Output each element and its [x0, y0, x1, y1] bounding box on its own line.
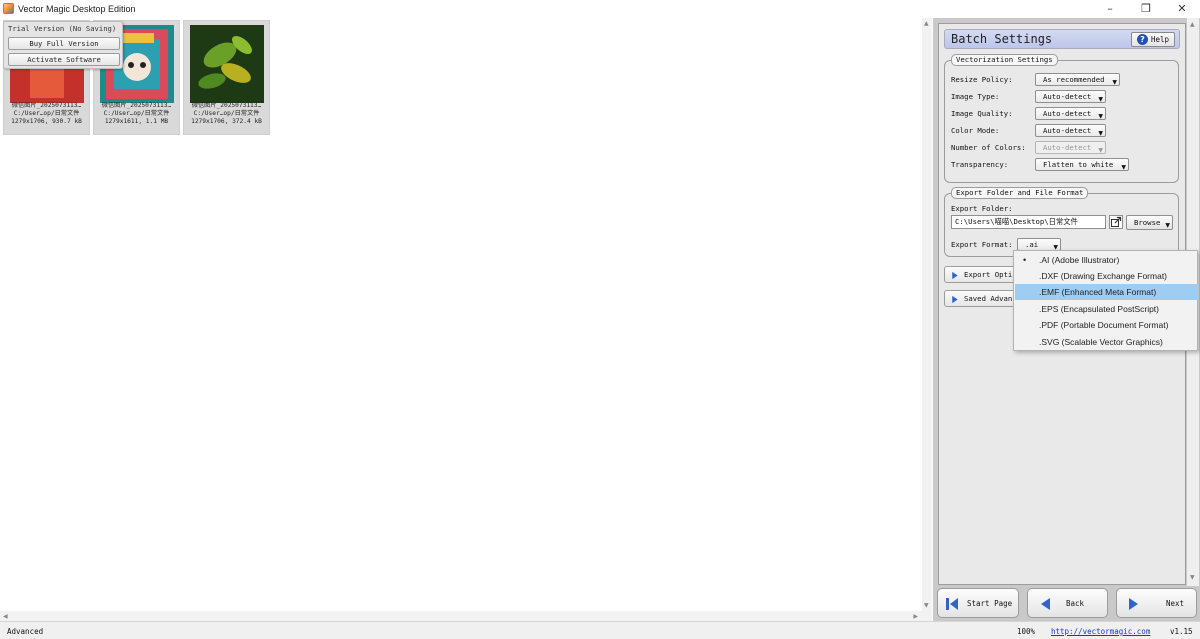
thumbnail-caption: 微信图片_2025073113… C:/User…op/日常文件 1279x17…	[191, 102, 262, 125]
export-folder-group: Export Folder and File Format Export Fol…	[944, 187, 1179, 257]
maximize-button[interactable]: ❐	[1128, 0, 1164, 17]
export-options-label: Export Opti	[964, 270, 1013, 279]
next-button[interactable]: Next	[1116, 588, 1197, 618]
window-controls: – ❐ ✕	[1092, 0, 1200, 17]
menu-item-eps[interactable]: .EPS (Encapsulated PostScript)	[1015, 301, 1198, 317]
app-logo-icon	[3, 3, 14, 14]
scroll-right-icon[interactable]: ▶	[913, 613, 918, 620]
website-link[interactable]: http://vectormagic.com	[1051, 627, 1150, 636]
arrow-right-icon	[1129, 598, 1138, 610]
number-of-colors-label: Number of Colors:	[951, 143, 1026, 152]
export-format-menu: • .AI (Adobe Illustrator) .DXF (Drawing …	[1013, 250, 1198, 351]
color-mode-label: Color Mode:	[951, 126, 1000, 135]
browse-button[interactable]: Browse ▼	[1126, 215, 1173, 230]
chevron-down-icon: ▼	[1098, 113, 1103, 120]
help-icon: ?	[1136, 34, 1148, 45]
image-quality-label: Image Quality:	[951, 109, 1013, 118]
vectorization-settings-group: Vectorization Settings Resize Policy: As…	[944, 54, 1179, 183]
title-bar: Vector Magic Desktop Edition – ❐ ✕	[0, 0, 1200, 17]
start-page-label: Start Page	[967, 599, 1013, 608]
scroll-up-icon[interactable]: ▲	[1190, 21, 1195, 28]
color-mode-select[interactable]: Auto-detect ▼	[1035, 124, 1106, 137]
help-label: Help	[1150, 35, 1170, 44]
selected-dot-icon: •	[1023, 255, 1027, 265]
close-button[interactable]: ✕	[1164, 0, 1200, 17]
chevron-down-icon: ▼	[1121, 164, 1126, 171]
trial-notice: Trial Version (No Saving)	[8, 24, 117, 33]
next-label: Next	[1166, 599, 1185, 608]
thumbnail-3[interactable]: 微信图片_2025073113… C:/User…op/日常文件 1279x17…	[183, 20, 270, 135]
resize-policy-label: Resize Policy:	[951, 75, 1013, 84]
scroll-up-icon[interactable]: ▲	[924, 20, 929, 27]
menu-item-pdf[interactable]: .PDF (Portable Document Format)	[1015, 317, 1198, 333]
help-button[interactable]: ? Help	[1131, 32, 1175, 47]
external-link-icon	[1111, 216, 1122, 227]
status-bar: Advanced 100% http://vectormagic.com v1.…	[0, 621, 1200, 639]
image-canvas: Trial Version (No Saving) Buy Full Versi…	[0, 18, 922, 611]
window-title: Vector Magic Desktop Edition	[18, 3, 136, 14]
menu-item-emf[interactable]: .EMF (Enhanced Meta Format)	[1015, 284, 1198, 300]
start-page-button[interactable]: Start Page	[937, 588, 1019, 618]
skip-back-icon	[946, 598, 958, 610]
export-folder-field[interactable]: C:\Users\喵喵\Desktop\日常文件	[951, 215, 1106, 229]
canvas-horizontal-scrollbar[interactable]: ◀ ▶	[0, 611, 932, 621]
scroll-left-icon[interactable]: ◀	[3, 613, 8, 620]
minimize-button[interactable]: –	[1092, 0, 1128, 17]
resize-policy-select[interactable]: As recommended ▼	[1035, 73, 1120, 86]
canvas-vertical-scrollbar[interactable]: ▲ ▼	[922, 18, 932, 611]
zoom-level: 100%	[1017, 627, 1036, 636]
export-folder-label: Export Folder:	[951, 204, 1013, 213]
chevron-down-icon: ▼	[1098, 96, 1103, 103]
transparency-select[interactable]: Flatten to white ▼	[1035, 158, 1129, 171]
transparency-label: Transparency:	[951, 160, 1009, 169]
image-quality-select[interactable]: Auto-detect ▼	[1035, 107, 1106, 120]
saved-advanced-label: Saved Advan	[964, 294, 1013, 303]
scroll-down-icon[interactable]: ▼	[1190, 574, 1195, 581]
chevron-down-icon: ▼	[1112, 79, 1117, 86]
scroll-down-icon[interactable]: ▼	[924, 602, 929, 609]
expand-arrow-icon	[952, 295, 958, 304]
chevron-down-icon: ▼	[1098, 147, 1103, 154]
activate-software-button[interactable]: Activate Software	[8, 53, 120, 66]
number-of-colors-select: Auto-detect ▼	[1035, 141, 1106, 154]
group-title: Export Folder and File Format	[951, 187, 1089, 199]
arrow-left-icon	[1041, 598, 1050, 610]
version-label: v1.15	[1170, 627, 1193, 636]
open-folder-button[interactable]	[1109, 215, 1123, 229]
image-type-select[interactable]: Auto-detect ▼	[1035, 90, 1106, 103]
export-format-label: Export Format:	[951, 240, 1013, 249]
batch-settings-header: Batch Settings ? Help	[944, 29, 1180, 49]
chevron-down-icon: ▼	[1098, 130, 1103, 137]
menu-item-svg[interactable]: .SVG (Scalable Vector Graphics)	[1015, 334, 1198, 350]
thumbnail-caption: 微信图片_2025073113… C:/User…op/日常文件 1279x17…	[11, 102, 82, 125]
trial-panel: Trial Version (No Saving) Buy Full Versi…	[3, 21, 123, 69]
menu-item-ai[interactable]: • .AI (Adobe Illustrator)	[1015, 252, 1198, 268]
expand-arrow-icon	[952, 271, 958, 280]
image-type-label: Image Type:	[951, 92, 1000, 101]
group-title: Vectorization Settings	[951, 54, 1058, 66]
thumbnail-caption: 微信图片_2025073113… C:/User…op/日常文件 1279x16…	[101, 102, 172, 125]
buy-full-version-button[interactable]: Buy Full Version	[8, 37, 120, 50]
mode-indicator: Advanced	[7, 627, 44, 636]
menu-item-dxf[interactable]: .DXF (Drawing Exchange Format)	[1015, 268, 1198, 284]
back-label: Back	[1066, 599, 1085, 608]
back-button[interactable]: Back	[1027, 588, 1108, 618]
panel-title: Batch Settings	[951, 32, 1053, 46]
chevron-down-icon: ▼	[1165, 222, 1170, 229]
thumbnail-image	[190, 25, 264, 103]
